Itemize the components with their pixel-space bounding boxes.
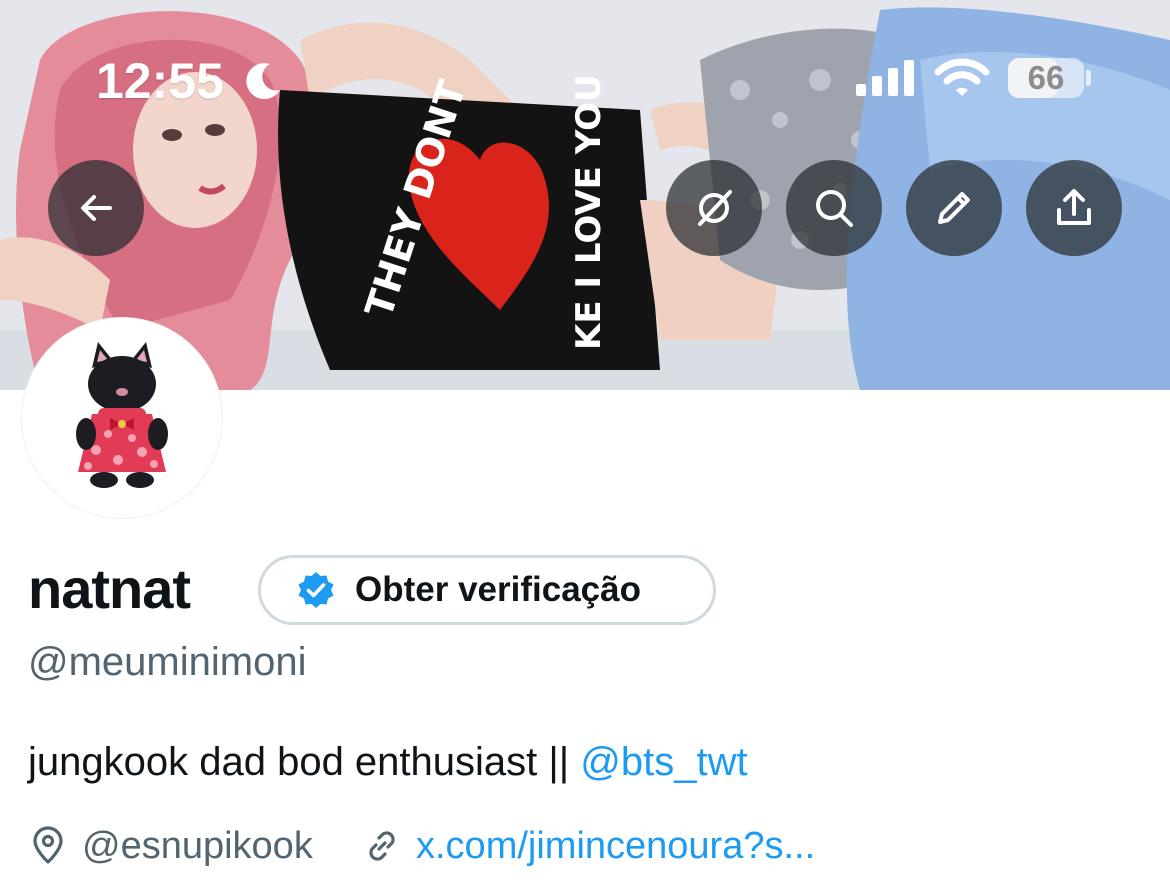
verified-badge-icon: [298, 572, 334, 608]
arrow-left-icon: [81, 195, 112, 221]
moon-icon: [246, 63, 280, 100]
cellular-signal-icon: [856, 60, 914, 96]
wifi-icon: [934, 58, 990, 96]
edit-button[interactable]: [906, 160, 1002, 256]
search-icon: [816, 190, 853, 227]
bio-mention-link[interactable]: @bts_twt: [580, 740, 747, 784]
profile-location: @esnupikook: [28, 822, 313, 870]
battery-cap: [1086, 70, 1091, 86]
avatar[interactable]: [22, 318, 222, 518]
display-name: natnat: [28, 557, 191, 620]
get-verified-button[interactable]: Obter verificação: [258, 555, 716, 625]
link-icon: [369, 831, 395, 861]
get-verified-label: Obter verificação: [355, 570, 641, 609]
user-handle: @meuminimoni: [28, 640, 307, 684]
pencil-icon: [938, 192, 970, 224]
search-button[interactable]: [786, 160, 882, 256]
location-pin-icon: [33, 826, 63, 864]
website-link-text[interactable]: x.com/jimincenoura?s...: [416, 825, 815, 868]
battery-icon: 66: [1008, 58, 1084, 98]
grok-icon: [698, 190, 732, 226]
grok-button[interactable]: [666, 160, 762, 256]
profile-website[interactable]: x.com/jimincenoura?s...: [362, 822, 815, 870]
avatar-cat-figure: [26, 322, 218, 514]
bio-text: jungkook dad bod enthusiast ||: [28, 740, 581, 784]
status-bar: 12:55 66: [0, 0, 1170, 160]
back-button[interactable]: [48, 160, 144, 256]
share-button[interactable]: [1026, 160, 1122, 256]
location-text: @esnupikook: [82, 824, 313, 867]
battery-percent: 66: [1027, 59, 1065, 96]
share-icon: [1057, 189, 1091, 225]
status-time: 12:55: [96, 53, 224, 109]
profile-bio: jungkook dad bod enthusiast || @bts_twt: [28, 740, 748, 785]
